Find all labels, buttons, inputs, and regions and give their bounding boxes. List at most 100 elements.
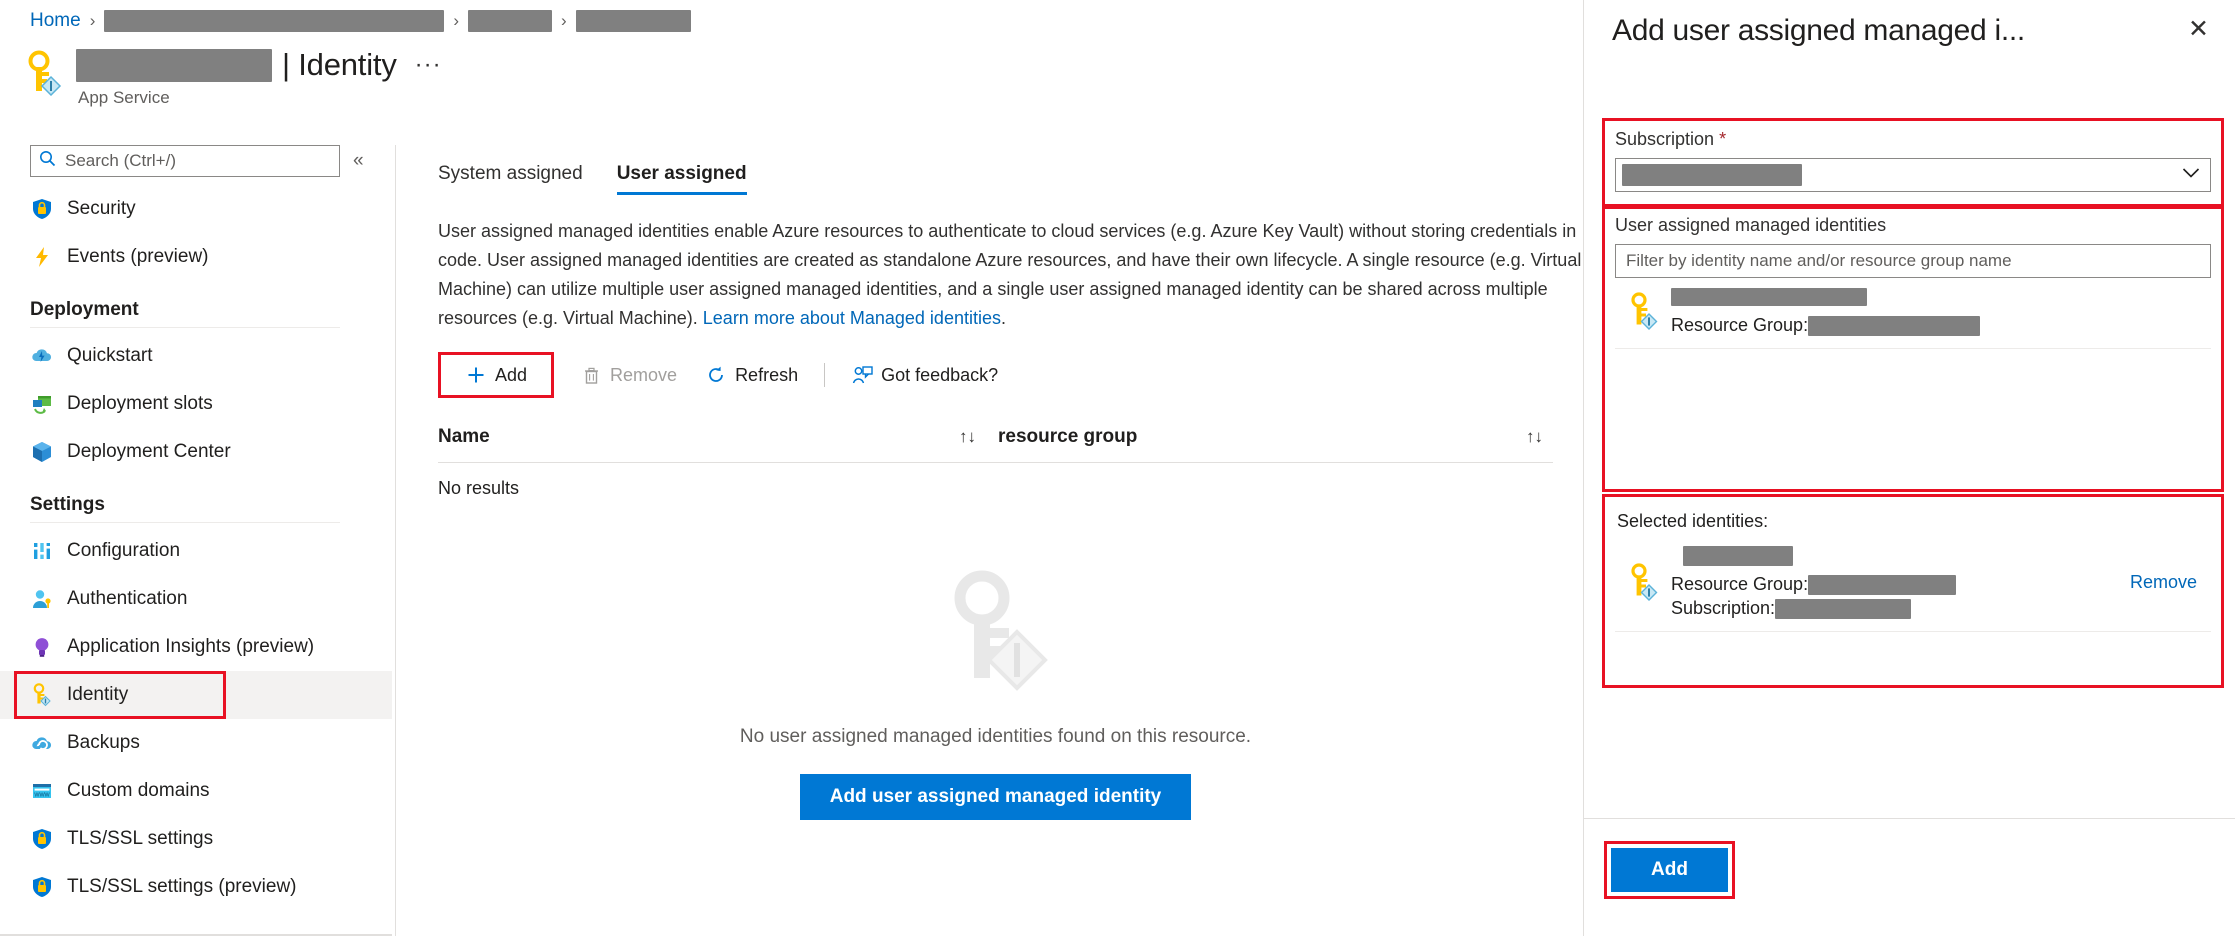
lightning-icon [30, 245, 54, 269]
subscription-select[interactable] [1615, 158, 2211, 192]
cloud-bolt-icon [30, 344, 54, 368]
remove-selected-identity-link[interactable]: Remove [2130, 572, 2197, 593]
breadcrumb-redacted-2 [468, 10, 552, 32]
identity-key-icon [30, 683, 54, 707]
resource-name-redacted [76, 49, 272, 82]
panel-add-highlight-box: Add [1604, 841, 1735, 899]
feedback-person-icon [851, 364, 873, 386]
sidebar-item-deployment-slots[interactable]: Deployment slots [0, 380, 392, 428]
svg-text:WWW: WWW [34, 792, 50, 798]
got-feedback-button[interactable]: Got feedback? [837, 355, 1012, 395]
sidebar-divider [30, 327, 340, 328]
sidebar-item-label: TLS/SSL settings (preview) [67, 876, 297, 898]
tab-system-assigned[interactable]: System assigned [438, 163, 583, 195]
panel-title: Add user assigned managed i... [1612, 14, 2025, 48]
selected-identities-label: Selected identities: [1617, 511, 2211, 532]
column-header-name[interactable]: Name ↑↓ [438, 426, 998, 448]
sidebar-item-application-insights[interactable]: Application Insights (preview) [0, 623, 392, 671]
toolbar-separator [824, 363, 825, 387]
sidebar-item-security[interactable]: Security [0, 185, 392, 233]
selected-identity-name-redacted [1683, 546, 1793, 566]
column-header-name-label: Name [438, 426, 490, 448]
panel-add-button[interactable]: Add [1611, 848, 1728, 892]
search-input[interactable] [63, 150, 313, 172]
sidebar-item-label: Deployment slots [67, 393, 213, 415]
identities-label: User assigned managed identities [1615, 215, 2211, 236]
plus-icon [465, 364, 487, 386]
selected-subscription-redacted [1775, 599, 1911, 619]
breadcrumb-separator-2: › [453, 11, 459, 31]
refresh-icon [705, 364, 727, 386]
breadcrumb-separator-3: › [561, 11, 567, 31]
sidebar-item-label: Configuration [67, 540, 180, 562]
sidebar-item-configuration[interactable]: Configuration [0, 527, 392, 575]
sidebar-item-custom-domains[interactable]: WWW Custom domains [0, 767, 392, 815]
sidebar-item-identity[interactable]: Identity [0, 671, 392, 719]
more-options-icon[interactable]: ··· [415, 51, 442, 79]
sidebar-item-label: Custom domains [67, 780, 210, 802]
refresh-button[interactable]: Refresh [691, 355, 812, 395]
tab-user-assigned[interactable]: User assigned [617, 163, 747, 195]
subscription-highlight-box: Subscription * [1602, 118, 2224, 209]
refresh-button-label: Refresh [735, 365, 798, 386]
sliders-icon [30, 539, 54, 563]
learn-more-link[interactable]: Learn more about Managed identities [703, 308, 1001, 328]
selected-subscription-label: Subscription: [1671, 598, 1775, 619]
backup-cloud-icon [30, 731, 54, 755]
breadcrumb-home-link[interactable]: Home [30, 10, 81, 32]
cube-icon [30, 440, 54, 464]
sort-icon[interactable]: ↑↓ [1526, 427, 1543, 447]
add-identity-panel: Add user assigned managed i... ✕ Subscri… [1583, 0, 2235, 936]
remove-button: Remove [566, 355, 691, 395]
sidebar-item-label: Application Insights (preview) [67, 636, 314, 658]
sidebar-item-deployment-center[interactable]: Deployment Center [0, 428, 392, 476]
sidebar-item-quickstart[interactable]: Quickstart [0, 332, 392, 380]
search-box[interactable] [30, 145, 340, 177]
sidebar-item-tls-ssl-settings[interactable]: TLS/SSL settings [0, 815, 392, 863]
column-header-resource-group[interactable]: resource group ↑↓ [998, 426, 1553, 448]
required-marker: * [1719, 129, 1726, 149]
deployment-slots-icon [30, 392, 54, 416]
subscription-label-text: Subscription [1615, 129, 1714, 149]
sidebar: « Security Events (preview) Deployment [0, 145, 392, 936]
sidebar-search-row: « [0, 145, 392, 177]
azure-portal-screen: Home › › › | Identity ··· App Servi [0, 0, 2235, 936]
sidebar-item-label: Events (preview) [67, 246, 209, 268]
description-body: User assigned managed identities enable … [438, 221, 1581, 328]
identity-resource-group-label: Resource Group: [1671, 315, 1808, 336]
sidebar-item-label: Backups [67, 732, 140, 754]
collapse-sidebar-icon[interactable]: « [353, 150, 364, 172]
add-button[interactable]: Add [451, 355, 541, 395]
sidebar-item-label: Security [67, 198, 136, 220]
identity-key-icon [1627, 292, 1661, 332]
selected-resource-group-redacted [1808, 575, 1956, 595]
sort-icon[interactable]: ↑↓ [959, 427, 976, 447]
sidebar-group-settings: Settings [0, 476, 392, 522]
identity-key-icon [1627, 563, 1661, 603]
sidebar-item-tls-ssl-settings-preview[interactable]: TLS/SSL settings (preview) [0, 863, 392, 911]
sidebar-item-label: Authentication [67, 588, 187, 610]
sidebar-item-events-preview[interactable]: Events (preview) [0, 233, 392, 281]
sidebar-item-label: Deployment Center [67, 441, 231, 463]
search-icon [39, 150, 56, 172]
sidebar-group-deployment: Deployment [0, 281, 392, 327]
close-icon[interactable]: ✕ [2188, 14, 2209, 44]
chevron-down-icon[interactable] [2182, 166, 2200, 184]
sidebar-item-authentication[interactable]: Authentication [0, 575, 392, 623]
breadcrumb-separator: › [90, 11, 96, 31]
feedback-button-label: Got feedback? [881, 365, 998, 386]
grid-header-row: Name ↑↓ resource group ↑↓ [438, 411, 1553, 463]
identity-list-item[interactable]: Resource Group: [1615, 278, 2211, 349]
shield-lock-icon [30, 827, 54, 851]
large-key-identity-icon [937, 570, 1055, 700]
content-divider [395, 145, 396, 936]
sidebar-item-backups[interactable]: Backups [0, 719, 392, 767]
description-text: User assigned managed identities enable … [438, 217, 1618, 333]
shield-lock-icon [30, 197, 54, 221]
managed-identity-key-icon [24, 50, 66, 96]
add-user-assigned-managed-identity-button[interactable]: Add user assigned managed identity [800, 774, 1192, 820]
no-results-label: No results [438, 478, 519, 499]
remove-button-label: Remove [610, 365, 677, 386]
identity-filter-input[interactable] [1615, 244, 2211, 278]
selected-identity-subscription-line: Subscription: [1671, 598, 2120, 619]
